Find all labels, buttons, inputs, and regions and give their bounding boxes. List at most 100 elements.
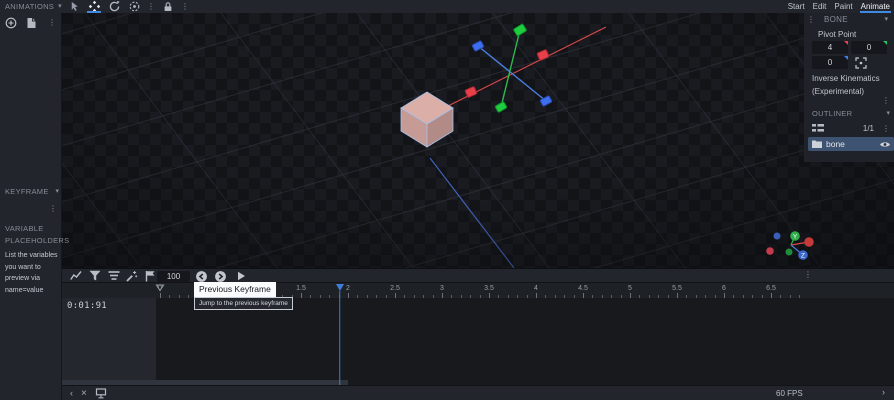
timeline-toolbar: 100 ⋮ <box>62 269 894 283</box>
outliner-panel-header[interactable]: OUTLINER ▾ <box>812 109 890 118</box>
bone-panel-header[interactable]: ⋮ BONE ▾ <box>804 15 894 24</box>
collapse-left-icon[interactable]: ‹ <box>70 389 73 398</box>
top-toolbar: ANIMATIONS ▾ ⋮ ⋮ Start Edit Paint Animat… <box>0 0 894 13</box>
selected-cube[interactable] <box>400 91 454 148</box>
filter-funnel-icon <box>89 270 101 281</box>
mode-tabs: Start Edit Paint Animate <box>787 0 894 13</box>
graph-editor-button[interactable] <box>70 270 82 281</box>
bone-panel-title: BONE <box>824 15 848 24</box>
playhead-handle[interactable] <box>335 284 344 291</box>
nav-axis-dot-red[interactable] <box>766 247 774 255</box>
tab-edit[interactable]: Edit <box>812 0 828 13</box>
inverse-kinematics-label: Inverse Kinematics (Experimental) <box>812 74 880 96</box>
variable-placeholders-help-text: List the variables you want to preview v… <box>5 252 58 294</box>
bone-panel-menu-icon[interactable]: ⋮ <box>807 15 815 24</box>
previous-keyframe-icon <box>196 270 207 282</box>
animations-panel-header[interactable]: ANIMATIONS ▾ <box>0 0 62 13</box>
onion-skin-flag-button[interactable] <box>145 270 156 282</box>
tab-paint[interactable]: Paint <box>833 0 853 13</box>
timeline-track-header[interactable]: 0:01:91 <box>62 298 156 380</box>
loop-start-marker[interactable] <box>155 284 165 292</box>
add-animation-button[interactable] <box>5 17 17 29</box>
animations-menu-icon[interactable]: ⋮ <box>48 19 56 27</box>
timecode-display: 0:01:91 <box>67 301 108 311</box>
pivot-y-input[interactable]: 0 <box>851 41 887 54</box>
timeline-horizontal-scrollbar[interactable] <box>62 380 348 385</box>
previous-keyframe-button[interactable] <box>195 270 208 283</box>
keyframe-panel-header[interactable]: KEYFRAME ▾ <box>5 187 59 196</box>
tooltip-description: Jump to the previous keyframe <box>194 297 293 310</box>
gizmo-handle-y-negative[interactable] <box>494 101 508 113</box>
timeline-ruler[interactable]: 00.511.522.533.544.555.566.5 <box>62 283 894 298</box>
left-sidebar: ⋮ KEYFRAME ▾ ⋮ VARIABLE PLACEHOLDERS Lis… <box>0 13 70 400</box>
sort-channels-button[interactable] <box>108 270 120 281</box>
gizmo-handle-y-positive[interactable] <box>513 23 527 37</box>
variable-placeholders-title: VARIABLE PLACEHOLDERS <box>5 224 70 245</box>
chevron-down-icon: ▾ <box>55 188 59 195</box>
rotate-tool-button[interactable] <box>107 0 121 13</box>
outliner-menu-icon[interactable]: ⋮ <box>882 124 890 133</box>
3d-viewport[interactable]: Y Z <box>62 13 894 268</box>
tab-start[interactable]: Start <box>787 0 806 13</box>
nav-axis-y-label: Y <box>793 233 798 240</box>
pivot-icon <box>129 1 139 12</box>
outliner-toggle-button[interactable] <box>812 123 824 134</box>
animate-effects-button[interactable] <box>126 270 138 282</box>
bone-item-label: bone <box>826 139 845 149</box>
pivot-z-input[interactable]: 0 <box>812 56 848 69</box>
timeline-menu-icon[interactable]: ⋮ <box>804 271 812 279</box>
center-pivot-button[interactable] <box>855 56 867 69</box>
gizmo-toolbar: ⋮ ⋮ <box>67 0 189 13</box>
tool-menu-icon[interactable]: ⋮ <box>147 2 155 11</box>
gizmo-handle-x-positive[interactable] <box>536 49 550 61</box>
playhead-line <box>338 291 341 385</box>
move-tool-button[interactable] <box>87 0 101 13</box>
keyframe-panel-title: KEYFRAME <box>5 187 49 196</box>
play-button[interactable] <box>236 271 246 281</box>
filter-channels-button[interactable] <box>89 270 101 281</box>
outliner-item-bone[interactable]: bone <box>808 137 894 151</box>
gizmo-x-axis-line <box>433 26 607 114</box>
select-tool-button[interactable] <box>67 0 81 13</box>
sort-lines-icon <box>108 271 120 280</box>
pivot-x-input[interactable]: 4 <box>812 41 848 54</box>
move-icon <box>88 0 100 13</box>
playback-speed-input[interactable]: 100 <box>157 270 190 282</box>
file-icon <box>27 18 36 28</box>
tooltip-title: Previous Keyframe <box>194 282 276 297</box>
tab-animate[interactable]: Animate <box>859 0 892 13</box>
plus-circle-icon <box>5 17 17 29</box>
toolbar-menu-icon[interactable]: ⋮ <box>181 2 189 11</box>
animations-actions <box>5 17 37 29</box>
nav-axis-z-label: Z <box>801 252 805 259</box>
pivot-point-label: Pivot Point <box>818 30 857 39</box>
chevron-down-icon: ▾ <box>886 110 890 117</box>
pivot-tool-button[interactable] <box>127 0 141 13</box>
bone-options-menu-icon[interactable]: ⋮ <box>882 97 890 105</box>
pivot-inputs-row1: 4 0 ⋮ <box>812 41 894 54</box>
nav-axis-x[interactable] <box>804 237 814 247</box>
timeline-track-area[interactable] <box>156 298 894 380</box>
cursor-icon <box>71 1 78 11</box>
right-sidebar: ⋮ BONE ▾ Pivot Point 4 0 ⋮ 0 Inverse Kin… <box>804 13 894 162</box>
view-orientation-gizmo[interactable]: Y Z <box>760 223 824 268</box>
nav-axis-dot-green[interactable] <box>785 248 793 256</box>
ground-z-axis-line <box>429 157 515 268</box>
load-animation-file-button[interactable] <box>26 17 37 29</box>
nav-axis-dot-blue[interactable] <box>773 232 781 240</box>
expand-right-icon[interactable]: › <box>882 388 885 397</box>
display-mirror-button[interactable] <box>95 388 107 399</box>
timeline-panel: 100 ⋮ 00.511.522.533.544.555.566. <box>62 268 894 385</box>
magic-wand-icon <box>126 271 138 282</box>
next-keyframe-button[interactable] <box>214 270 227 283</box>
lock-motion-trail-button[interactable] <box>161 0 175 13</box>
keyframe-menu-icon[interactable]: ⋮ <box>49 205 57 213</box>
gizmo-y-axis-line <box>500 29 521 108</box>
gizmo-handle-x-negative[interactable] <box>464 86 478 98</box>
next-keyframe-icon <box>215 270 226 282</box>
animations-panel-title: ANIMATIONS <box>5 2 55 11</box>
visibility-eye-icon[interactable] <box>880 141 890 148</box>
chevron-down-icon: ▾ <box>884 16 888 23</box>
pivot-inputs-row2: 0 <box>812 56 867 69</box>
close-icon[interactable]: × <box>81 388 87 399</box>
